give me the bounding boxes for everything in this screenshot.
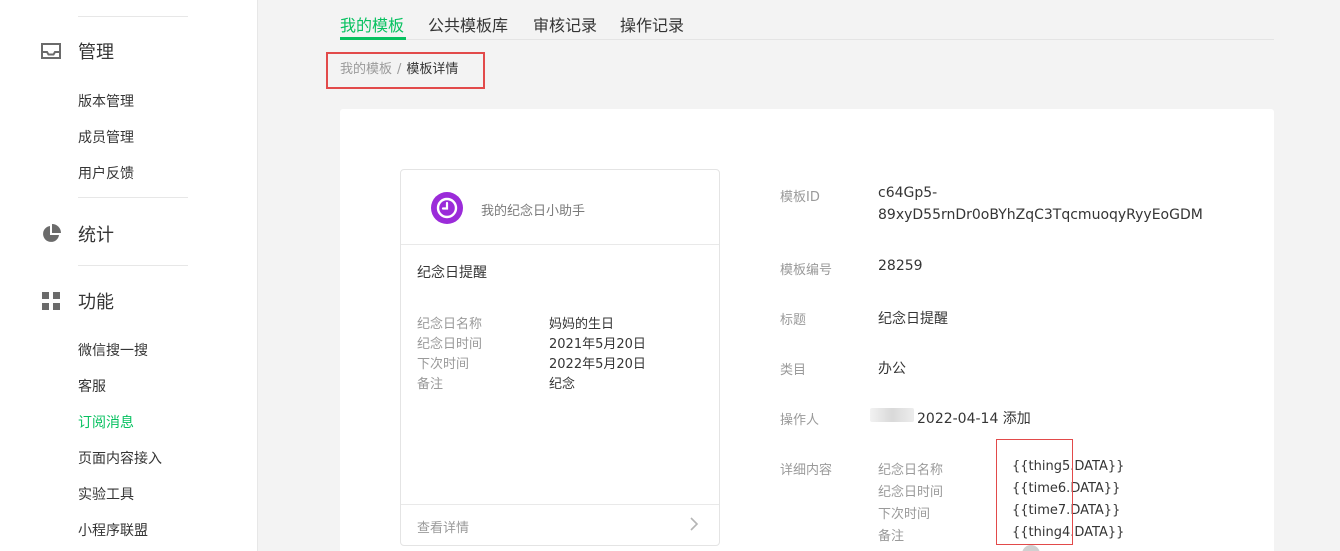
view-details-link[interactable]: 查看详情 — [401, 504, 719, 546]
sidebar-item-page-content[interactable]: 页面内容接入 — [78, 448, 162, 468]
sidebar-item-alliance[interactable]: 小程序联盟 — [78, 520, 148, 540]
preview-field-label: 纪念日时间 — [417, 337, 483, 352]
content-field-label: 纪念日名称 — [878, 463, 944, 478]
tab-active-indicator — [340, 37, 406, 40]
category-value: 办公 — [878, 361, 906, 377]
sidebar-divider — [78, 197, 188, 198]
preview-field-label: 下次时间 — [417, 357, 470, 372]
preview-field-label: 备注 — [417, 377, 444, 392]
sidebar-group-manage[interactable]: 管理 — [40, 38, 114, 64]
annotation-box-content-keys — [996, 439, 1073, 545]
app-name: 我的纪念日小助手 — [481, 204, 586, 219]
operator-name-redacted — [870, 408, 914, 422]
tab-operation-records[interactable]: 操作记录 — [620, 12, 684, 36]
tab-my-templates[interactable]: 我的模板 — [340, 12, 404, 36]
chevron-right-icon — [688, 515, 700, 537]
sidebar-item-feedback[interactable]: 用户反馈 — [78, 163, 134, 183]
preview-card-header: 我的纪念日小助手 — [401, 170, 719, 245]
preview-field-value: 2022年5月20日 — [549, 357, 646, 372]
sidebar: 管理 版本管理 成员管理 用户反馈 统计 功能 微信搜一搜 客服 订阅消息 页面… — [0, 0, 258, 551]
inbox-icon — [40, 40, 62, 62]
sidebar-item-subscribe-message[interactable]: 订阅消息 — [78, 412, 134, 432]
template-number-value: 28259 — [878, 258, 923, 274]
sidebar-item-members[interactable]: 成员管理 — [78, 127, 134, 147]
grid-icon — [40, 290, 62, 312]
tab-review-records[interactable]: 审核记录 — [533, 12, 597, 36]
message-preview-card: 我的纪念日小助手 纪念日提醒 纪念日名称 妈妈的生日 纪念日时间 2021年5月… — [400, 169, 720, 546]
clock-icon — [436, 197, 458, 219]
preview-field-value: 2021年5月20日 — [549, 337, 646, 352]
sidebar-item-search[interactable]: 微信搜一搜 — [78, 340, 148, 360]
sidebar-item-customer-service[interactable]: 客服 — [78, 376, 106, 396]
view-details-label: 查看详情 — [417, 521, 470, 536]
template-id-label: 模板ID — [780, 190, 820, 205]
category-label: 类目 — [780, 363, 807, 378]
sidebar-group-label: 管理 — [78, 42, 114, 63]
sidebar-group-features[interactable]: 功能 — [40, 288, 114, 314]
content-field-label: 备注 — [878, 529, 905, 544]
operator-label: 操作人 — [780, 413, 820, 428]
title-label: 标题 — [780, 313, 807, 328]
template-number-label: 模板编号 — [780, 263, 833, 278]
operator-action: 2022-04-14 添加 — [917, 411, 1031, 427]
template-id-value-line2: 89xyD55rnDr0oBYhZqC3TqcmuoqyRyyEoGDM — [878, 207, 1203, 223]
preview-title: 纪念日提醒 — [417, 265, 487, 281]
pie-chart-icon — [40, 223, 62, 245]
sidebar-group-stats[interactable]: 统计 — [40, 221, 114, 247]
sidebar-group-label: 统计 — [78, 225, 114, 246]
preview-field-value: 纪念 — [549, 377, 576, 392]
sidebar-divider — [78, 16, 188, 17]
preview-field-value: 妈妈的生日 — [549, 317, 615, 332]
app-avatar — [431, 192, 463, 224]
annotation-box-breadcrumb — [326, 52, 485, 89]
content-field-label: 下次时间 — [878, 507, 931, 522]
sidebar-item-version[interactable]: 版本管理 — [78, 91, 134, 111]
preview-field-label: 纪念日名称 — [417, 317, 483, 332]
tab-public-library[interactable]: 公共模板库 — [428, 12, 508, 36]
content-field-label: 纪念日时间 — [878, 485, 944, 500]
template-id-value-line1: c64Gp5- — [878, 185, 938, 201]
sidebar-divider — [78, 265, 188, 266]
sidebar-item-lab-tools[interactable]: 实验工具 — [78, 484, 134, 504]
content-label: 详细内容 — [780, 463, 833, 478]
title-value: 纪念日提醒 — [878, 311, 948, 327]
sidebar-group-label: 功能 — [78, 292, 114, 313]
